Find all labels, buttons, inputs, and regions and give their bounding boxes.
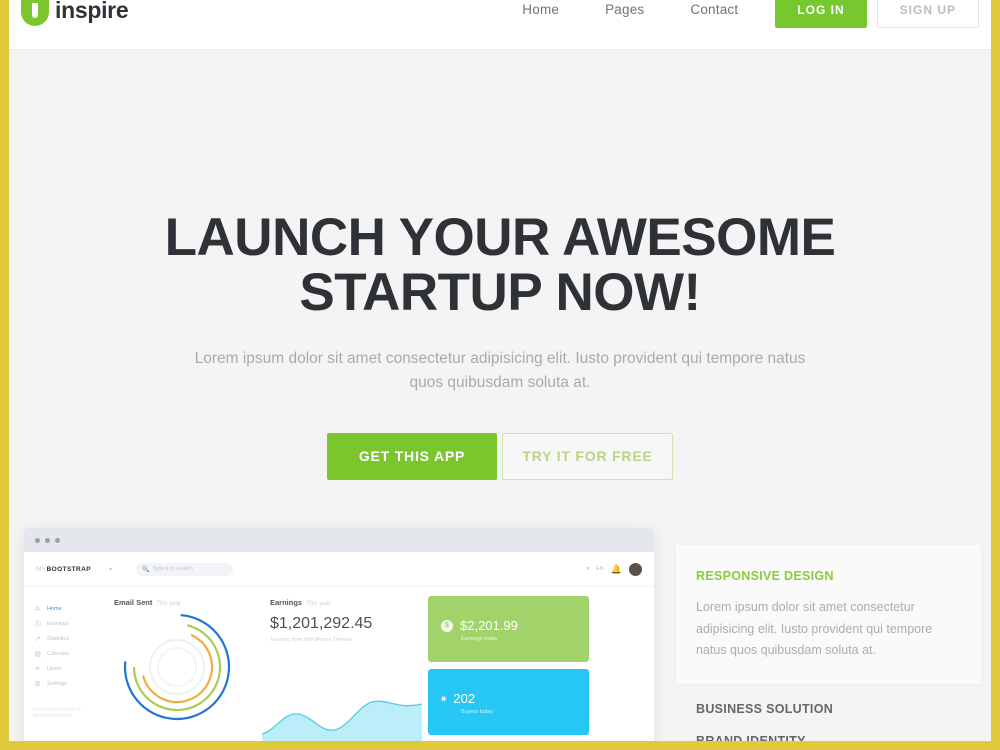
sidebar-item-statistics[interactable]: ↗ Statistics xyxy=(33,631,92,646)
sidebar-item-settings[interactable]: ⚙ Settings xyxy=(33,676,92,691)
features-list: RESPONSIVE DESIGN Lorem ipsum dolor sit … xyxy=(676,545,981,741)
page-frame: inspire Home Pages Contact LOG IN SIGN U… xyxy=(9,0,991,741)
chevron-down-icon[interactable]: ▾ xyxy=(109,566,112,573)
headline-line-2: STARTUP NOW! xyxy=(299,263,701,323)
earnings-title-text: Earnings xyxy=(270,598,303,607)
stat-label: Earnings today xyxy=(461,636,498,642)
sidebar-item-users[interactable]: ⚹ Users xyxy=(33,661,92,676)
site-header: inspire Home Pages Contact LOG IN SIGN U… xyxy=(9,0,991,50)
sidebar-footer-text: Lorem ipsum dolor sit amet consectetur xyxy=(33,707,81,719)
dashboard-logo: MYBOOTSTRAP xyxy=(36,566,91,573)
browser-chrome xyxy=(24,528,654,552)
stat-row: $ $2,201.99 xyxy=(441,618,589,633)
calendar-icon: ▤ xyxy=(34,650,41,658)
buyers-today-card[interactable]: ⚹ 202 Buyers today xyxy=(428,669,589,735)
dashboard-search-input[interactable]: 🔍 Type it to search xyxy=(135,562,233,576)
headline-line-1: LAUNCH YOUR AWESOME xyxy=(164,208,836,267)
earnings-amount: $1,201,292.45 xyxy=(270,615,373,632)
gear-icon: ⚙ xyxy=(34,680,41,688)
sidebar-item-label: Statistics xyxy=(47,635,70,642)
sidebar-item-label: Home xyxy=(47,605,62,612)
window-minimize-dot xyxy=(45,537,50,543)
home-icon: ⌂ xyxy=(35,605,40,612)
sidebar-item-calendar[interactable]: ▤ Calendar xyxy=(33,646,92,661)
sidebar-item-label: Settings xyxy=(47,680,67,687)
feature-business-solution[interactable]: BUSINESS SOLUTION xyxy=(676,684,981,716)
feature-responsive-design[interactable]: RESPONSIVE DESIGN Lorem ipsum dolor sit … xyxy=(676,545,981,684)
users-icon: ⚹ xyxy=(441,693,447,703)
dollar-circle-icon: Ⓢ xyxy=(34,620,41,628)
sidebar-item-earnings[interactable]: Ⓢ Earnings xyxy=(33,616,92,631)
earnings-today-card[interactable]: $ $2,201.99 Earnings today xyxy=(428,596,589,662)
donut-chart xyxy=(123,613,231,721)
stat-label: Buyers today xyxy=(461,709,494,715)
sidebar-item-label: Calendar xyxy=(47,650,70,657)
search-placeholder: Type it to search xyxy=(152,566,193,572)
stat-row: ⚹ 202 xyxy=(441,691,589,706)
brand-name: inspire xyxy=(55,0,129,23)
stat-value: $2,201.99 xyxy=(460,618,518,633)
shield-icon xyxy=(21,0,49,26)
sidebar-item-label: Users xyxy=(47,665,62,672)
hero-subtitle: Lorem ipsum dolor sit amet consectetur a… xyxy=(194,350,806,392)
nav-item-home[interactable]: Home xyxy=(499,0,582,28)
sidebar-item-label: Earnings xyxy=(47,620,69,627)
dashboard-logo-light: MY xyxy=(36,565,47,573)
feature-title: RESPONSIVE DESIGN xyxy=(696,569,834,583)
main-nav: Home Pages Contact LOG IN SIGN UP xyxy=(499,0,979,28)
feature-body: Lorem ipsum dolor sit amet consectetur a… xyxy=(696,600,933,657)
nav-item-contact[interactable]: Contact xyxy=(667,0,761,28)
dashboard-sidebar: ⌂ Home Ⓢ Earnings ↗ Statistics ▤ Calenda… xyxy=(24,587,92,741)
email-sent-card: Email SentThis year 24,299 xyxy=(92,587,262,741)
page-title: LAUNCH YOUR AWESOME STARTUP NOW! xyxy=(9,210,991,320)
trend-icon: ↗ xyxy=(34,635,41,643)
earnings-area-chart xyxy=(262,700,422,741)
email-sent-title-text: Email Sent xyxy=(114,598,153,607)
hero-section: LAUNCH YOUR AWESOME STARTUP NOW! Lorem i… xyxy=(9,50,991,481)
chevron-down-icon-secondary[interactable]: ▾ xyxy=(586,566,589,572)
brand-logo[interactable]: inspire xyxy=(21,0,129,26)
window-close-dot xyxy=(35,537,40,543)
window-maximize-dot xyxy=(55,537,60,543)
earnings-subtitle: This year xyxy=(306,601,331,607)
try-it-for-free-button[interactable]: TRY IT FOR FREE xyxy=(502,433,673,481)
feature-brand-identity[interactable]: BRAND IDENTITY xyxy=(676,716,981,742)
language-label[interactable]: EN xyxy=(596,566,604,572)
bell-icon[interactable]: 🔔 xyxy=(611,564,622,575)
login-button[interactable]: LOG IN xyxy=(775,0,867,28)
avatar[interactable] xyxy=(629,562,642,576)
users-icon: ⚹ xyxy=(35,664,40,672)
dashboard-mockup: MYBOOTSTRAP ▾ 🔍 Type it to search ▾ EN 🔔… xyxy=(24,528,654,741)
dashboard-topbar-actions: ▾ EN 🔔 xyxy=(586,562,642,576)
earnings-note: Earning from WordPress Themes xyxy=(271,637,353,643)
search-icon: 🔍 xyxy=(141,566,150,573)
dashboard-topbar: MYBOOTSTRAP ▾ 🔍 Type it to search ▾ EN 🔔 xyxy=(24,552,654,587)
get-this-app-button[interactable]: GET THIS APP xyxy=(327,433,497,481)
dollar-circle-icon: $ xyxy=(441,619,453,632)
earnings-title: Earnings This year xyxy=(262,598,422,607)
stat-cards: $ $2,201.99 Earnings today ⚹ 202 Buyers … xyxy=(422,587,597,741)
dashboard-logo-bold: BOOTSTRAP xyxy=(46,565,91,573)
hero-cta-row: GET THIS APP TRY IT FOR FREE xyxy=(9,433,991,481)
sidebar-item-home[interactable]: ⌂ Home xyxy=(33,601,92,616)
nav-item-pages[interactable]: Pages xyxy=(582,0,667,28)
signup-button[interactable]: SIGN UP xyxy=(876,0,979,28)
email-sent-title: Email Sent This year xyxy=(92,598,262,607)
stat-value: 202 xyxy=(453,691,476,706)
dashboard-body: ⌂ Home Ⓢ Earnings ↗ Statistics ▤ Calenda… xyxy=(24,587,654,741)
earnings-card: Earnings This year $1,201,292.45 Earning … xyxy=(262,587,422,741)
